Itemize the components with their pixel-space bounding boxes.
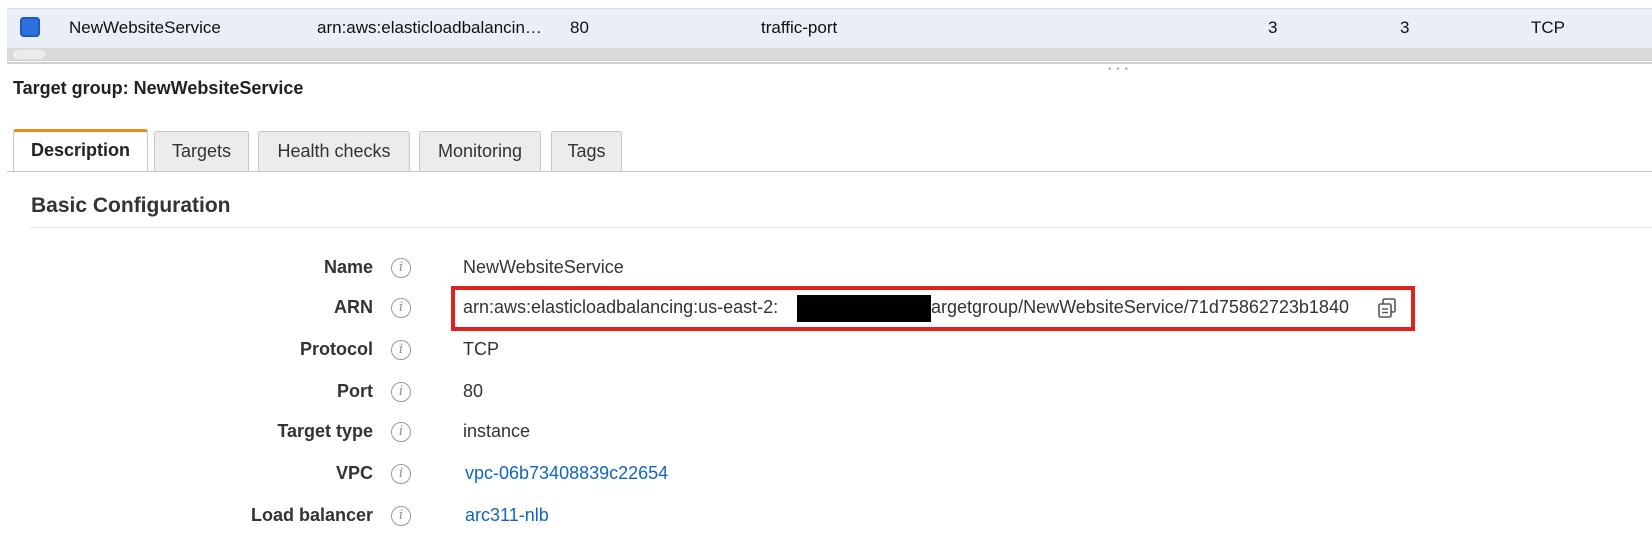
tab-description[interactable]: Description bbox=[13, 129, 148, 171]
arn-value-prefix: arn:aws:elasticloadbalancing:us-east-2: bbox=[463, 297, 779, 317]
name-label: Name bbox=[323, 257, 373, 277]
tab-health-checks[interactable]: Health checks bbox=[258, 131, 410, 171]
tab-monitoring[interactable]: Monitoring bbox=[419, 131, 541, 171]
protocol-value: TCP bbox=[463, 339, 499, 359]
target-type-value: instance bbox=[463, 421, 531, 441]
section-divider bbox=[30, 227, 1652, 228]
row-healthy-threshold: 3 bbox=[1268, 18, 1278, 37]
scrollbar-thumb[interactable] bbox=[13, 50, 45, 59]
info-icon[interactable]: i bbox=[391, 506, 411, 526]
row-arn: arn:aws:elasticloadbalancin… bbox=[317, 18, 542, 37]
row-name: NewWebsiteService bbox=[69, 18, 221, 37]
load-balancer-label: Load balancer bbox=[250, 505, 373, 525]
panel-title: Target group: NewWebsiteService bbox=[13, 78, 304, 98]
row-unhealthy-threshold: 3 bbox=[1400, 18, 1410, 37]
redaction-bar bbox=[797, 295, 931, 322]
info-icon[interactable]: i bbox=[391, 340, 411, 360]
info-icon[interactable]: i bbox=[391, 258, 411, 278]
row-protocol: TCP bbox=[1531, 18, 1565, 37]
vpc-link[interactable]: vpc-06b73408839c22654 bbox=[465, 463, 668, 484]
info-icon[interactable]: i bbox=[391, 298, 411, 318]
port-label: Port bbox=[337, 381, 373, 401]
horizontal-scrollbar[interactable] bbox=[7, 48, 1652, 61]
name-value: NewWebsiteService bbox=[463, 257, 624, 277]
protocol-label: Protocol bbox=[299, 339, 373, 359]
info-icon[interactable]: i bbox=[391, 464, 411, 484]
row-checkbox[interactable] bbox=[20, 17, 40, 37]
copy-icon[interactable] bbox=[1376, 297, 1398, 319]
port-value: 80 bbox=[463, 381, 484, 401]
split-pane-divider[interactable] bbox=[7, 62, 1652, 64]
target-group-page: NewWebsiteService arn:aws:elasticloadbal… bbox=[0, 0, 1652, 548]
row-health-port: traffic-port bbox=[761, 18, 838, 37]
arn-label: ARN bbox=[334, 297, 373, 317]
resize-grip-icon[interactable]: • • • bbox=[1108, 65, 1129, 75]
vpc-label: VPC bbox=[335, 463, 373, 483]
section-title: Basic Configuration bbox=[31, 194, 231, 217]
tabs-baseline bbox=[7, 171, 1652, 172]
target-type-label: Target type bbox=[277, 421, 373, 441]
tab-targets[interactable]: Targets bbox=[154, 131, 249, 171]
table-row[interactable]: NewWebsiteService arn:aws:elasticloadbal… bbox=[7, 8, 1652, 49]
load-balancer-link[interactable]: arc311-nlb bbox=[465, 505, 549, 526]
info-icon[interactable]: i bbox=[391, 382, 411, 402]
arn-value-suffix: argetgroup/NewWebsiteService/71d75862723… bbox=[931, 297, 1349, 317]
row-port: 80 bbox=[570, 18, 589, 37]
tab-tags[interactable]: Tags bbox=[551, 131, 622, 171]
info-icon[interactable]: i bbox=[391, 422, 411, 442]
